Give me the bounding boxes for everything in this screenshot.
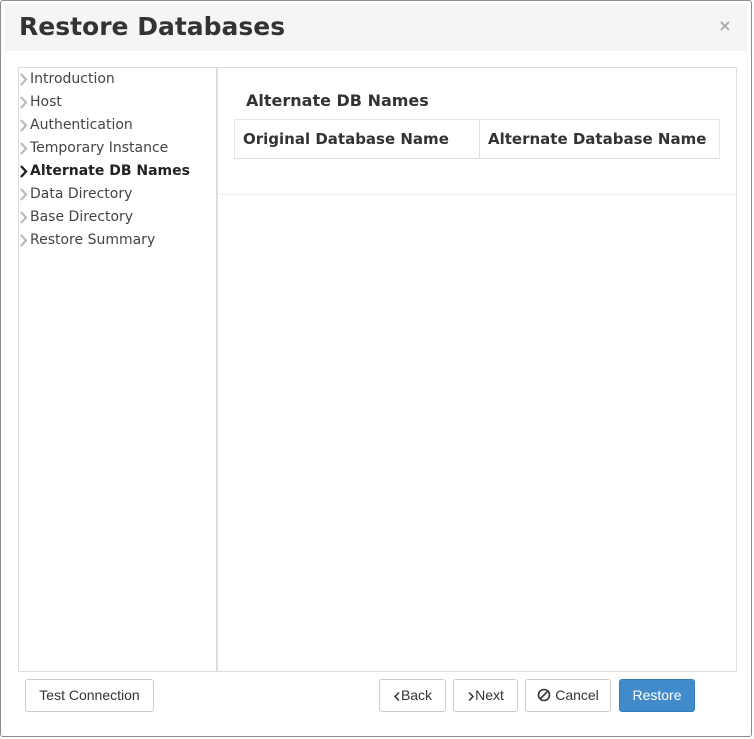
test-connection-label: Test Connection [39, 687, 140, 703]
restore-label: Restore [632, 687, 682, 703]
chevron-right-icon [20, 234, 28, 247]
chevron-right-icon [468, 691, 475, 702]
step-label: Introduction [30, 71, 115, 87]
chevron-right-icon [20, 165, 28, 178]
step-data-directory[interactable]: Data Directory [19, 183, 190, 206]
chevron-right-icon [20, 188, 28, 201]
restore-button[interactable]: Restore [619, 679, 695, 712]
test-connection-button[interactable]: Test Connection [25, 679, 154, 712]
step-authentication[interactable]: Authentication [19, 114, 190, 137]
chevron-left-icon [393, 691, 400, 702]
back-button[interactable]: Back [379, 679, 446, 712]
back-label: Back [400, 687, 433, 703]
step-restore-summary[interactable]: Restore Summary [19, 229, 190, 252]
step-label: Alternate DB Names [30, 163, 190, 179]
table-divider [219, 194, 736, 195]
table-header-row: Original Database Name Alternate Databas… [234, 119, 720, 159]
wizard-steps-list: Introduction Host Authentication Tempora… [19, 68, 190, 252]
chevron-right-icon [20, 142, 28, 155]
column-alternate-database-name: Alternate Database Name [479, 119, 720, 159]
next-button[interactable]: Next [453, 679, 518, 712]
wizard-content: Alternate DB Names Original Database Nam… [219, 68, 736, 671]
cancel-label: Cancel [555, 687, 599, 703]
step-label: Host [30, 94, 62, 110]
dialog-title: Restore Databases [19, 12, 286, 41]
ban-icon [537, 688, 551, 702]
chevron-right-icon [20, 119, 28, 132]
wizard-steps-sidebar: Introduction Host Authentication Tempora… [19, 68, 218, 671]
chevron-right-icon [20, 96, 28, 109]
chevron-right-icon [20, 211, 28, 224]
step-alternate-db-names[interactable]: Alternate DB Names [19, 160, 190, 183]
cancel-button[interactable]: Cancel [525, 679, 611, 712]
restore-databases-dialog: Restore Databases × Introduction Host Au… [0, 0, 752, 737]
step-introduction[interactable]: Introduction [19, 68, 190, 91]
alternate-names-table: Original Database Name Alternate Databas… [234, 119, 720, 159]
wizard-body: Introduction Host Authentication Tempora… [18, 67, 737, 672]
step-label: Base Directory [30, 209, 134, 225]
close-button[interactable]: × [717, 18, 733, 34]
step-label: Restore Summary [30, 232, 156, 248]
step-temporary-instance[interactable]: Temporary Instance [19, 137, 190, 160]
next-label: Next [475, 687, 504, 703]
step-label: Authentication [30, 117, 133, 133]
dialog-header: Restore Databases × [5, 4, 747, 51]
section-title: Alternate DB Names [246, 91, 429, 110]
step-label: Temporary Instance [30, 140, 169, 156]
step-base-directory[interactable]: Base Directory [19, 206, 190, 229]
column-original-database-name: Original Database Name [234, 119, 480, 159]
step-label: Data Directory [30, 186, 133, 202]
step-host[interactable]: Host [19, 91, 190, 114]
chevron-right-icon [20, 73, 28, 86]
